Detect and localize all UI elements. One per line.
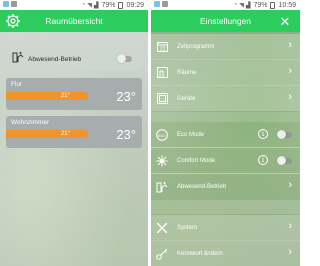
settings-screen: ◔ ◥ ▟ 79% 10:59 Einstellungen ✕ 31 Zeitp… bbox=[151, 0, 300, 266]
svg-text:eco: eco bbox=[158, 132, 165, 137]
status-bar: ◔ ◥ ▟ 79% 10:59 bbox=[151, 0, 300, 10]
chevron-right-icon: › bbox=[288, 179, 292, 191]
setpoint-value: 21° bbox=[60, 93, 70, 99]
eco-mode-toggle[interactable] bbox=[277, 130, 292, 139]
room-card-wohnzimmer[interactable]: Wohnzimmer 21° 23° bbox=[6, 116, 142, 148]
settings-item-label: Kennwort ändern bbox=[177, 250, 223, 257]
setpoint-value: 21° bbox=[60, 131, 70, 137]
settings-item-zeitprogramm[interactable]: 31 Zeitprogramm › bbox=[151, 34, 300, 59]
settings-item-label: Comfort Mode bbox=[177, 157, 216, 164]
battery-percent: 79% bbox=[101, 1, 116, 9]
clock: 10:59 bbox=[278, 1, 296, 9]
away-mode-card[interactable]: Abwesend-Betrieb bbox=[6, 48, 142, 70]
settings-item-abwesend-betrieb[interactable]: Abwesend-Betrieb › bbox=[151, 174, 300, 199]
room-card-flur[interactable]: Flur 21° 23° bbox=[6, 78, 142, 110]
notification-icons bbox=[3, 1, 17, 7]
info-icon[interactable]: i bbox=[258, 129, 268, 139]
key-icon bbox=[156, 248, 168, 260]
wifi-icon: ◥ bbox=[239, 2, 244, 9]
room-overview-screen: ◔ ◥ ▟ 79% 09:29 Raumübersicht Abwesend-B… bbox=[0, 0, 148, 266]
section-gap bbox=[151, 200, 300, 214]
notification-icon bbox=[162, 1, 168, 7]
current-temperature: 23° bbox=[116, 127, 136, 142]
settings-item-label: Geräte bbox=[177, 95, 196, 102]
signal-icon: ▟ bbox=[245, 2, 251, 9]
room-icon bbox=[156, 67, 168, 79]
device-icon bbox=[156, 93, 168, 105]
chevron-right-icon: › bbox=[288, 65, 292, 77]
clock: 09:29 bbox=[126, 1, 144, 9]
setpoint-bar: 21° bbox=[6, 92, 88, 100]
chevron-right-icon: › bbox=[288, 246, 292, 258]
gear-icon[interactable] bbox=[5, 13, 21, 29]
info-icon[interactable]: i bbox=[258, 155, 268, 165]
away-mode-toggle[interactable] bbox=[117, 54, 132, 63]
battery-icon bbox=[118, 1, 124, 9]
close-icon[interactable]: ✕ bbox=[278, 14, 292, 28]
svg-text:31: 31 bbox=[160, 47, 166, 53]
settings-item-comfort-mode: Comfort Mode i bbox=[151, 148, 300, 173]
room-name: Wohnzimmer bbox=[11, 119, 50, 126]
notification-icon bbox=[154, 1, 160, 7]
eco-icon: eco bbox=[156, 128, 168, 141]
status-icons: ◔ ◥ ▟ bbox=[234, 2, 251, 9]
away-icon bbox=[156, 181, 168, 193]
settings-list: 31 Zeitprogramm › Räume › Geräte › eco E… bbox=[151, 32, 300, 266]
settings-item-eco-mode: eco Eco Mode i bbox=[151, 122, 300, 147]
settings-item-system[interactable]: System › bbox=[151, 215, 300, 240]
comfort-mode-toggle[interactable] bbox=[277, 156, 292, 165]
setpoint-bar: 21° bbox=[6, 130, 88, 138]
app-bar: Raumübersicht bbox=[0, 10, 148, 32]
comfort-icon bbox=[156, 155, 168, 167]
room-name: Flur bbox=[11, 81, 23, 88]
notification-icon bbox=[3, 1, 9, 7]
settings-item-geraete[interactable]: Geräte › bbox=[151, 86, 300, 111]
alarm-icon: ◔ bbox=[233, 2, 238, 8]
settings-item-label: Räume bbox=[177, 69, 197, 76]
wifi-icon: ◥ bbox=[87, 2, 92, 9]
tools-icon bbox=[156, 222, 168, 234]
status-bar: ◔ ◥ ▟ 79% 09:29 bbox=[0, 0, 148, 10]
section-gap bbox=[151, 112, 300, 122]
battery-icon bbox=[270, 1, 276, 9]
calendar-icon: 31 bbox=[156, 41, 168, 53]
notification-icon bbox=[11, 1, 17, 7]
app-bar: Einstellungen ✕ bbox=[151, 10, 300, 32]
settings-item-raeume[interactable]: Räume › bbox=[151, 60, 300, 85]
status-icons: ◔ ◥ ▟ bbox=[82, 2, 99, 9]
signal-icon: ▟ bbox=[93, 2, 99, 9]
settings-item-label: System bbox=[177, 224, 198, 231]
notification-icons bbox=[154, 1, 168, 7]
current-temperature: 23° bbox=[116, 89, 136, 104]
away-icon bbox=[12, 50, 24, 68]
settings-item-label: Zeitprogramm bbox=[177, 43, 215, 50]
away-mode-label: Abwesend-Betrieb bbox=[28, 55, 82, 63]
settings-item-kennwort[interactable]: Kennwort ändern › bbox=[151, 241, 300, 266]
settings-item-label: Abwesend-Betrieb bbox=[177, 183, 227, 190]
chevron-right-icon: › bbox=[288, 39, 292, 51]
battery-percent: 79% bbox=[253, 1, 268, 9]
alarm-icon: ◔ bbox=[81, 2, 86, 8]
chevron-right-icon: › bbox=[288, 220, 292, 232]
page-title: Raumübersicht bbox=[45, 16, 103, 26]
page-title: Einstellungen bbox=[199, 16, 252, 26]
chevron-right-icon: › bbox=[288, 91, 292, 103]
settings-item-label: Eco Mode bbox=[177, 131, 205, 138]
